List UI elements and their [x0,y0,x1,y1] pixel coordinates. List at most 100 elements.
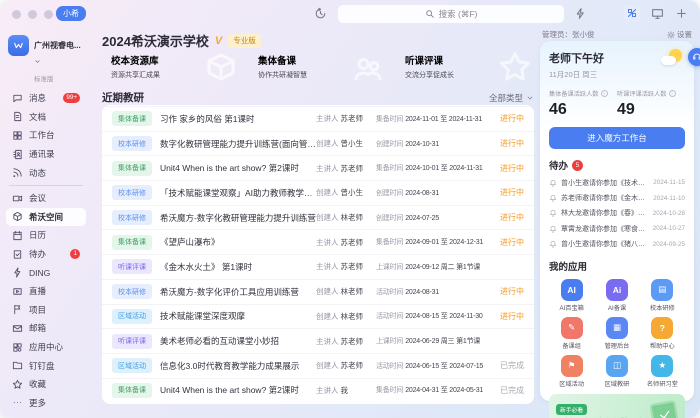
todo-item-date: 2024-11-15 [653,179,685,186]
table-row[interactable]: 校本研修 希沃魔方-数字化教研管理能力提升训练营 创建人林老师 创建时间2024… [102,205,534,230]
promo-banner[interactable]: 新手必看 三大核心应用全攻略「帮助中心」 立即查看 > [549,394,685,418]
sidebar-item[interactable]: 会议 [6,189,86,208]
sidebar-item[interactable]: 钉钉盘 [6,356,86,375]
sidebar-item[interactable]: 邮箱 [6,319,86,338]
feature-card[interactable]: 集体备课 协作共研凝智慧 [249,46,389,88]
stat-value: 46 [549,101,617,119]
settings-button[interactable]: 设置 [667,29,692,40]
bell-icon [549,240,557,248]
table-row[interactable]: 集体备课 习作 家乡的风俗 第1课时 主讲人苏老师 集备时间2024-11-01… [102,106,534,131]
titlebar: 小希 搜索 (⌘F) [0,0,700,28]
sidebar-item-label: 邮箱 [29,322,46,334]
app-shortcut[interactable]: ▤ 校本研修 [640,279,685,312]
app-shortcut[interactable]: ◫ 区域教研 [594,355,639,388]
sidebar-item[interactable]: 项目 [6,301,86,320]
sidebar-item[interactable]: 应用中心 [6,338,86,357]
type-filter-dropdown[interactable]: 全部类型 [489,92,534,104]
minimize-window-button[interactable] [28,10,37,19]
table-row[interactable]: 校本研修 希沃魔方-数字化评价工具应用训练营 创建人林老师 活动时间2024-0… [102,279,534,304]
admin-label: 管理员：张小俊 [542,29,595,40]
table-row[interactable]: 区域活动 技术赋能课堂深度观摩 创建人林老师 活动时间2024-08-15 至 … [102,304,534,329]
app-shortcut[interactable]: ▦ 管理后台 [594,317,639,350]
history-icon[interactable] [314,7,327,20]
table-row[interactable]: 集体备课 Unit4 When is the art show? 第2课时 主讲… [102,378,534,403]
sidebar-item[interactable]: 动态 [6,163,86,182]
feature-card[interactable]: 听课评课 交流分享促成长 [396,46,536,88]
sidebar-item[interactable]: 日历 [6,226,86,245]
todo-item[interactable]: 曾小生邀请你参加《技术赋能课… 2024-11-15 [549,175,685,190]
row-title[interactable]: Unit4 When is the art show? 第2课时 [160,162,316,174]
row-title[interactable]: 数字化教研管理能力提升训练营(面向管理员) [160,138,316,150]
sidebar-item[interactable]: 通讯录 [6,145,86,164]
feed-icon [12,167,23,178]
todo-item-text: 覃霄龙邀请你参加《寒食》集体… [561,224,649,234]
screen-share-icon[interactable] [651,7,664,20]
close-window-button[interactable] [12,10,21,19]
app-shortcut[interactable]: ★ 名师研习堂 [640,355,685,388]
app-shortcut[interactable]: ⚑ 区域活动 [549,355,594,388]
stat-block: 听课评课活跃人数i 49 [617,89,685,119]
todo-title: 待办 [549,158,568,172]
weather-icon [658,49,684,67]
app-shortcut[interactable]: AI AI百宝箱 [549,279,594,312]
assistant-badge[interactable]: 小希 [56,6,86,21]
row-person: 创建人林老师 [316,311,376,322]
info-icon[interactable]: i [601,90,608,97]
row-title[interactable]: 美术老师必看的互动课堂小妙招 [160,335,316,347]
sidebar-item-label: 应用中心 [29,341,63,353]
table-row[interactable]: 听课评课 美术老师必看的互动课堂小妙招 主讲人苏老师 上课时间2024-06-2… [102,328,534,353]
table-row[interactable]: 集体备课 《望庐山瀑布》 主讲人苏老师 集备时间2024-09-01 至 202… [102,229,534,254]
row-title[interactable]: Unit4 When is the art show? 第2课时 [160,384,316,396]
org-switcher[interactable]: 广州视睿电... 标准版 [6,33,86,89]
sidebar-item[interactable]: 消息 99+ [6,89,86,108]
table-row[interactable]: 校本研修 「技术赋能课堂观察」AI助力教师教学专业成长 创建人曾小生 创建时间2… [102,180,534,205]
row-person: 主讲人苏老师 [316,237,376,248]
row-status: 已完成 [494,385,524,396]
app-shortcut[interactable]: ? 帮助中心 [640,317,685,350]
sidebar-item[interactable]: 直播 [6,282,86,301]
sidebar-item[interactable]: DING [6,263,86,282]
add-icon[interactable] [675,7,688,20]
quick-actions-icon[interactable] [574,7,587,20]
feature-card[interactable]: 校本资源库 资源共享汇成果 [102,46,242,88]
row-title[interactable]: 信息化3.0时代教育教学能力成果展示 [160,360,316,372]
row-time: 上课时间2024-06-29 周三 第1节课 [376,336,494,346]
app-shortcut[interactable]: Ai AI备课 [594,279,639,312]
search-input[interactable]: 搜索 (⌘F) [338,5,564,23]
table-row[interactable]: 集体备课 Unit4 When is the art show? 第2课时 主讲… [102,155,534,180]
sidebar-item-label: DING [29,268,50,278]
app-shortcut[interactable]: ✎ 备课组 [549,317,594,350]
sidebar-item[interactable]: 文档 [6,108,86,127]
table-row[interactable]: 校本研修 数字化教研管理能力提升训练营(面向管理员) 创建人曾小生 创建时间20… [102,131,534,156]
floating-service-button[interactable] [688,48,700,66]
row-title[interactable]: 「技术赋能课堂观察」AI助力教师教学专业成长 [160,187,316,199]
maximize-window-button[interactable] [44,10,53,19]
gear-icon [667,31,675,39]
org-edition: 标准版 [34,73,84,83]
row-time: 活动时间2024-08-31 [376,287,494,297]
sidebar-item[interactable]: 希沃空间 [6,208,86,227]
row-title[interactable]: 希沃魔方-数字化教研管理能力提升训练营 [160,212,316,224]
todo-item[interactable]: 林大龙邀请你参加《春》听课评课 2024-10-28 [549,206,685,221]
info-icon[interactable]: i [669,90,676,97]
row-person: 创建人林老师 [316,286,376,297]
row-person: 创建人曾小生 [316,187,376,198]
todo-item[interactable]: 苏老师邀请你参加《金木水火土… 2024-11-10 [549,190,685,205]
row-title[interactable]: 习作 家乡的风俗 第1课时 [160,113,316,125]
row-title[interactable]: 《望庐山瀑布》 [160,236,316,248]
row-title[interactable]: 《金木水火土》 第1课时 [160,261,316,273]
sidebar-item[interactable]: 更多 [6,394,86,413]
table-row[interactable]: 区域活动 信息化3.0时代教育教学能力成果展示 创建人苏老师 活动时间2024-… [102,353,534,378]
table-row[interactable]: 听课评课 《金木水火土》 第1课时 主讲人苏老师 上课时间2024-09-12 … [102,254,534,279]
ai-shortcut-icon[interactable] [624,5,640,21]
sidebar-item[interactable]: 待办 1 [6,245,86,264]
row-status: 进行中 [494,286,524,297]
row-title[interactable]: 技术赋能课堂深度观摩 [160,310,316,322]
favorite-icon [12,379,23,390]
todo-item[interactable]: 覃霄龙邀请你参加《寒食》集体… 2024-10-27 [549,221,685,236]
sidebar-item[interactable]: 收藏 [6,375,86,394]
sidebar-item[interactable]: 工作台 [6,126,86,145]
enter-workbench-button[interactable]: 进入魔方工作台 [549,127,685,149]
todo-item[interactable]: 曾小生邀请你参加《猪八戒》集… 2024-09-25 [549,237,685,252]
row-title[interactable]: 希沃魔方-数字化评价工具应用训练营 [160,286,316,298]
